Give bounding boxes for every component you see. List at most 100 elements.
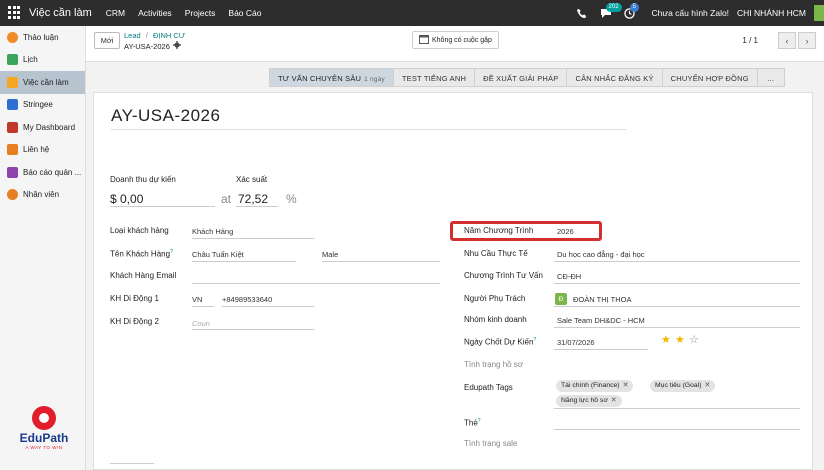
company-switcher[interactable]: CHI NHÁNH HCM	[737, 8, 806, 18]
program-year-input[interactable]: 2026	[557, 227, 574, 236]
customer-type-select[interactable]: Khách Hàng	[192, 227, 233, 236]
activity-clock-icon[interactable]: 5	[622, 3, 639, 20]
pager-value[interactable]: 1 / 1	[742, 36, 758, 45]
consult-program-underline	[554, 283, 800, 284]
team-select[interactable]: Sale Team DH&DC - HCM	[557, 316, 645, 325]
consult-program-select[interactable]: CĐ-ĐH	[557, 272, 581, 281]
priority-star-1-icon[interactable]: ★	[661, 333, 671, 346]
stage-test-tieng-anh[interactable]: TEST TIẾNG ANH	[392, 68, 476, 87]
probability-input[interactable]: 72,52	[238, 192, 268, 206]
sidebar-item-discuss[interactable]: Thảo luận	[0, 26, 85, 49]
mobile2-label: KH Di Động 2	[110, 317, 159, 326]
percent-label: %	[286, 192, 297, 206]
tag-label: Tài chính (Finance)	[561, 382, 620, 389]
close-date-input[interactable]: 31/07/2026	[557, 338, 595, 347]
stage-chuyen-hop-dong[interactable]: CHUYỂN HỢP ĐỒNG	[661, 68, 758, 87]
customer-email-label: Khách Hàng Email	[110, 271, 177, 280]
sidebar-item-label: Nhân viên	[23, 190, 60, 200]
bottom-left-underline	[110, 463, 154, 464]
menu-reports[interactable]: Báo Cáo	[228, 8, 261, 18]
calendar-icon	[7, 54, 18, 66]
employee-icon	[7, 189, 18, 201]
sidebar-item-todo[interactable]: Việc cần làm	[0, 71, 85, 94]
user-avatar[interactable]	[814, 5, 824, 21]
gender-select[interactable]: Male	[322, 250, 338, 259]
sidebar-item-dashboard[interactable]: My Dashboard	[0, 116, 85, 139]
tags-label: Edupath Tags	[464, 383, 513, 392]
real-need-select[interactable]: Du học cao đẳng - đại học	[557, 250, 645, 259]
gear-icon[interactable]	[172, 41, 181, 51]
priority-star-3-icon[interactable]: ☆	[689, 333, 699, 346]
sidebar-item-calendar[interactable]: Lịch	[0, 49, 85, 72]
the-label-text: Thẻ	[464, 418, 478, 428]
chat-icon[interactable]: 202	[598, 3, 622, 20]
at-label: at	[221, 192, 232, 206]
probability-underline	[236, 206, 278, 207]
tag-finance[interactable]: Tài chính (Finance) ✕	[556, 380, 634, 392]
form-sheet: AY-USA-2026 Doanh thu dự kiến $ 0,00 at …	[93, 92, 813, 470]
sidebar-item-reports[interactable]: Báo cáo quản ...	[0, 161, 85, 184]
help-icon[interactable]: ?	[478, 418, 481, 424]
stage-more[interactable]: ...	[756, 68, 785, 87]
mobile1-country-underline	[192, 306, 214, 307]
expected-revenue-label: Doanh thu dự kiến	[110, 175, 176, 184]
team-label: Nhóm kinh doanh	[464, 315, 527, 324]
sidebar-item-label: My Dashboard	[23, 122, 76, 132]
tags-underline	[554, 408, 800, 409]
revenue-underline	[110, 206, 215, 207]
tag-goal[interactable]: Mục tiêu (Goal) ✕	[650, 380, 716, 392]
customer-type-label: Loại khách hàng	[110, 226, 169, 235]
checklist-icon	[7, 76, 18, 88]
sidebar: Thảo luận Lịch Việc cần làm Stringee My …	[0, 26, 86, 470]
customer-type-underline	[192, 238, 314, 239]
phone-icon[interactable]	[574, 6, 590, 20]
report-icon	[7, 166, 18, 178]
breadcrumb-stage-link[interactable]: ĐỊNH CƯ	[153, 31, 185, 40]
top-menu: CRM Activities Projects Báo Cáo	[106, 8, 262, 18]
close-icon[interactable]: ✕	[623, 382, 629, 389]
expected-revenue-input[interactable]: $ 0,00	[110, 192, 143, 206]
control-panel: Mới Lead / ĐỊNH CƯ AY-USA-2026 Không có …	[86, 26, 824, 62]
mobile1-country-select[interactable]: VN	[192, 295, 202, 304]
menu-crm[interactable]: CRM	[106, 8, 125, 18]
zalo-status[interactable]: Chưa cấu hình Zalo!	[652, 8, 730, 18]
edupath-logo-mark	[32, 406, 56, 430]
help-icon[interactable]: ?	[533, 337, 536, 343]
new-button[interactable]: Mới	[94, 32, 120, 49]
pager-previous-button[interactable]: ‹	[778, 32, 796, 49]
sidebar-item-employees[interactable]: Nhân viên	[0, 184, 85, 207]
meetings-label: Không có cuộc gặp	[432, 36, 492, 44]
pager-next-button[interactable]: ›	[798, 32, 816, 49]
mobile1-underline	[222, 306, 314, 307]
lead-title-input[interactable]: AY-USA-2026	[111, 106, 626, 130]
sidebar-item-stringee[interactable]: Stringee	[0, 94, 85, 117]
owner-label: Người Phụ Trách	[464, 294, 526, 303]
tag-label: Năng lực hồ sơ	[561, 397, 608, 404]
stage-tu-van-chuyen-sau[interactable]: TƯ VẤN CHUYÊN SÂU 1 ngày	[269, 68, 394, 87]
stage-can-nhac-dang-ky[interactable]: CÂN NHẮC ĐĂNG KÝ	[566, 68, 663, 87]
owner-underline	[554, 306, 800, 307]
close-icon[interactable]: ✕	[704, 382, 710, 389]
owner-select[interactable]: ĐOÀN THỊ THOA	[573, 295, 631, 304]
stage-de-xuat-giai-phap[interactable]: ĐỀ XUẤT GIẢI PHÁP	[474, 68, 568, 87]
close-icon[interactable]: ✕	[611, 397, 617, 404]
close-date-label-text: Ngày Chốt Dự Kiến	[464, 337, 534, 347]
mobile2-country-select[interactable]: Coun	[192, 319, 210, 328]
meetings-button[interactable]: Không có cuộc gặp	[412, 31, 499, 49]
menu-activities[interactable]: Activities	[138, 8, 172, 18]
top-navbar: Việc cần làm CRM Activities Projects Báo…	[0, 0, 824, 26]
menu-projects[interactable]: Projects	[185, 8, 216, 18]
priority-star-2-icon[interactable]: ★	[675, 333, 685, 346]
sale-status-label: Tình trạng sale	[464, 439, 518, 448]
sidebar-item-label: Stringee	[23, 100, 53, 110]
mobile1-input[interactable]: +84989533640	[222, 295, 272, 304]
apps-menu-icon[interactable]	[8, 6, 22, 20]
tag-profile-capability[interactable]: Năng lực hồ sơ ✕	[556, 395, 622, 407]
stage-label: ...	[767, 74, 775, 83]
app-title[interactable]: Việc cần làm	[29, 7, 92, 19]
sidebar-item-contacts[interactable]: Liên hệ	[0, 139, 85, 162]
breadcrumb-lead-link[interactable]: Lead	[124, 31, 141, 40]
help-icon[interactable]: ?	[170, 249, 173, 255]
customer-name-input[interactable]: Châu Tuấn Kiệt	[192, 250, 244, 259]
program-year-label: Năm Chương Trình	[464, 226, 534, 235]
